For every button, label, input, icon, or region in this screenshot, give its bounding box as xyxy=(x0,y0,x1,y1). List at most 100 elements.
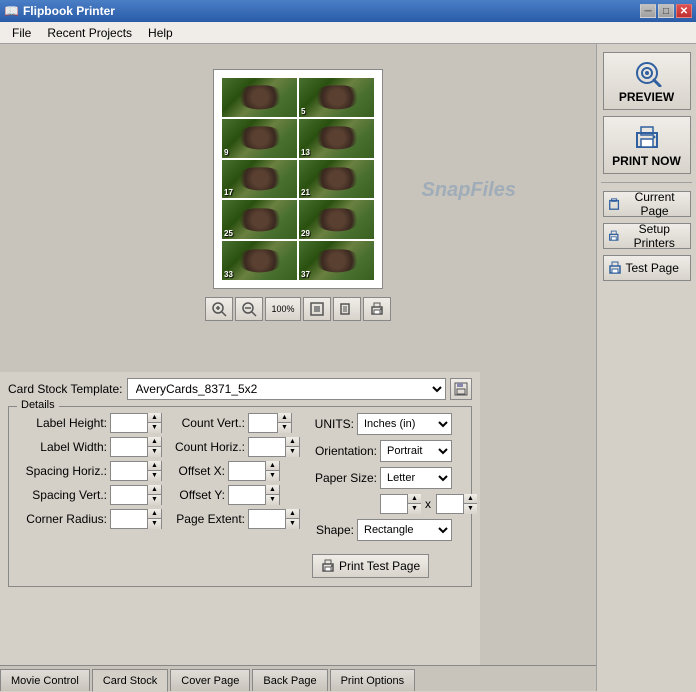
label-width-down[interactable]: ▼ xyxy=(147,447,161,457)
corner-radius-up[interactable]: ▲ xyxy=(147,509,161,519)
times-symbol: x xyxy=(425,497,431,511)
page-extent-down[interactable]: ▼ xyxy=(285,519,299,529)
count-horiz-input[interactable]: 2.00 ▲▼ xyxy=(248,437,300,457)
template-label: Card Stock Template: xyxy=(8,382,123,396)
offset-y-value[interactable]: 0.50 xyxy=(229,486,265,504)
tab-cover-page[interactable]: Cover Page xyxy=(170,669,250,691)
preview-button[interactable]: PREVIEW xyxy=(603,52,691,110)
label-width-up[interactable]: ▲ xyxy=(147,437,161,447)
right-panel: PREVIEW PRINT NOW Current Page Setup Pri… xyxy=(596,44,696,691)
label-width-value[interactable]: 3.50 xyxy=(111,438,147,456)
label-height-down[interactable]: ▼ xyxy=(147,423,161,433)
save-template-button[interactable] xyxy=(450,378,472,400)
setup-printers-button[interactable]: Setup Printers xyxy=(603,223,691,249)
page-extent-input[interactable]: 0 ▲▼ xyxy=(248,509,300,529)
corner-radius-down[interactable]: ▼ xyxy=(147,519,161,529)
offset-x-label: Offset X: xyxy=(170,464,225,478)
thumb-6: 25 xyxy=(222,200,297,239)
zoom-out-button[interactable] xyxy=(235,297,263,321)
zoom-percent-button[interactable]: 100% xyxy=(265,297,301,321)
spacing-vert-up[interactable]: ▲ xyxy=(147,485,161,495)
shape-select[interactable]: Rectangle xyxy=(357,519,452,541)
close-button[interactable]: ✕ xyxy=(676,4,692,18)
spacing-horiz-down[interactable]: ▼ xyxy=(147,471,161,481)
minimize-button[interactable]: ─ xyxy=(640,4,656,18)
count-vert-value[interactable]: 5 xyxy=(249,414,277,432)
units-select[interactable]: Inches (in) xyxy=(357,413,452,435)
print-test-button[interactable]: Print Test Page xyxy=(312,554,429,578)
print-preview-button[interactable] xyxy=(363,297,391,321)
spacing-horiz-input[interactable]: 3.50 ▲▼ xyxy=(110,461,162,481)
menu-help[interactable]: Help xyxy=(140,22,181,43)
offset-x-up[interactable]: ▲ xyxy=(265,461,279,471)
spacing-vert-down[interactable]: ▼ xyxy=(147,495,161,505)
watermark: SnapFiles xyxy=(422,179,516,202)
count-vert-input[interactable]: 5 ▲▼ xyxy=(248,413,292,433)
offset-y-up[interactable]: ▲ xyxy=(265,485,279,495)
orientation-select[interactable]: Portrait xyxy=(380,440,452,462)
template-select[interactable]: AveryCards_8371_5x2 xyxy=(127,378,447,400)
paper-size-select[interactable]: Letter xyxy=(380,467,452,489)
print-now-button[interactable]: PRINT NOW xyxy=(603,116,691,174)
label-height-value[interactable]: 2.00 xyxy=(111,414,147,432)
thumb-8: 33 xyxy=(222,241,297,280)
thumb-num-8: 33 xyxy=(224,270,233,279)
count-vert-down[interactable]: ▼ xyxy=(277,423,291,433)
corner-radius-value[interactable]: 0 xyxy=(111,510,147,528)
count-horiz-value[interactable]: 2.00 xyxy=(249,438,285,456)
paper-dim2-value[interactable]: 0 xyxy=(437,495,463,513)
menu-file[interactable]: File xyxy=(4,22,39,43)
offset-y-input[interactable]: 0.50 ▲▼ xyxy=(228,485,280,505)
menu-recent-projects[interactable]: Recent Projects xyxy=(39,22,140,43)
tab-print-options[interactable]: Print Options xyxy=(330,669,416,691)
spacing-vert-input[interactable]: 2.00 ▲▼ xyxy=(110,485,162,505)
current-page-button[interactable]: Current Page xyxy=(603,191,691,217)
thumb-num-9: 37 xyxy=(301,270,310,279)
spacing-vert-value[interactable]: 2.00 xyxy=(111,486,147,504)
paper-dim2-up[interactable]: ▲ xyxy=(463,494,477,504)
page-extent-value[interactable]: 0 xyxy=(249,510,285,528)
spacing-horiz-value[interactable]: 3.50 xyxy=(111,462,147,480)
label-height-input[interactable]: 2.00 ▲▼ xyxy=(110,413,162,433)
thumb-num-3: 13 xyxy=(301,148,310,157)
paper-dim2-down[interactable]: ▼ xyxy=(463,504,477,514)
tab-card-stock[interactable]: Card Stock xyxy=(92,669,168,692)
offset-x-input[interactable]: 0.75 ▲▼ xyxy=(228,461,280,481)
count-horiz-up[interactable]: ▲ xyxy=(285,437,299,447)
maximize-button[interactable]: □ xyxy=(658,4,674,18)
spacing-horiz-up[interactable]: ▲ xyxy=(147,461,161,471)
offset-x-value[interactable]: 0.75 xyxy=(229,462,265,480)
label-width-input[interactable]: 3.50 ▲▼ xyxy=(110,437,162,457)
paper-dim1-value[interactable]: 0 xyxy=(381,495,407,513)
offset-y-down[interactable]: ▼ xyxy=(265,495,279,505)
thumb-4: 17 xyxy=(222,160,297,199)
zoom-toolbar: 100% xyxy=(205,297,391,321)
orientation-label: Orientation: xyxy=(312,444,377,458)
paper-dim1-input[interactable]: 0 ▲▼ xyxy=(380,494,420,514)
corner-radius-input[interactable]: 0 ▲▼ xyxy=(110,509,162,529)
bottom-tabs: Movie Control Card Stock Cover Page Back… xyxy=(0,665,596,691)
paper-dim2-input[interactable]: 0 ▲▼ xyxy=(436,494,476,514)
offset-x-down[interactable]: ▼ xyxy=(265,471,279,481)
current-page-label: Current Page xyxy=(624,190,686,218)
test-page-button[interactable]: Test Page xyxy=(603,255,691,281)
count-vert-up[interactable]: ▲ xyxy=(277,413,291,423)
template-row: Card Stock Template: AveryCards_8371_5x2 xyxy=(8,378,472,400)
label-height-up[interactable]: ▲ xyxy=(147,413,161,423)
paper-size-label: Paper Size: xyxy=(312,471,377,485)
count-horiz-down[interactable]: ▼ xyxy=(285,447,299,457)
fit-page-button[interactable] xyxy=(303,297,331,321)
paper-dim1-up[interactable]: ▲ xyxy=(407,494,421,504)
main-content: SnapFiles 5 9 xyxy=(0,44,696,691)
page-extent-up[interactable]: ▲ xyxy=(285,509,299,519)
thumb-num-1: 5 xyxy=(301,107,305,116)
test-page-label: Test Page xyxy=(626,261,679,275)
tab-back-page[interactable]: Back Page xyxy=(252,669,327,691)
thumb-0 xyxy=(222,78,297,117)
zoom-in-button[interactable] xyxy=(205,297,233,321)
actual-size-button[interactable] xyxy=(333,297,361,321)
thumb-num-5: 21 xyxy=(301,188,310,197)
count-vert-label: Count Vert.: xyxy=(170,416,245,430)
paper-dim1-down[interactable]: ▼ xyxy=(407,504,421,514)
tab-movie-control[interactable]: Movie Control xyxy=(0,669,90,691)
